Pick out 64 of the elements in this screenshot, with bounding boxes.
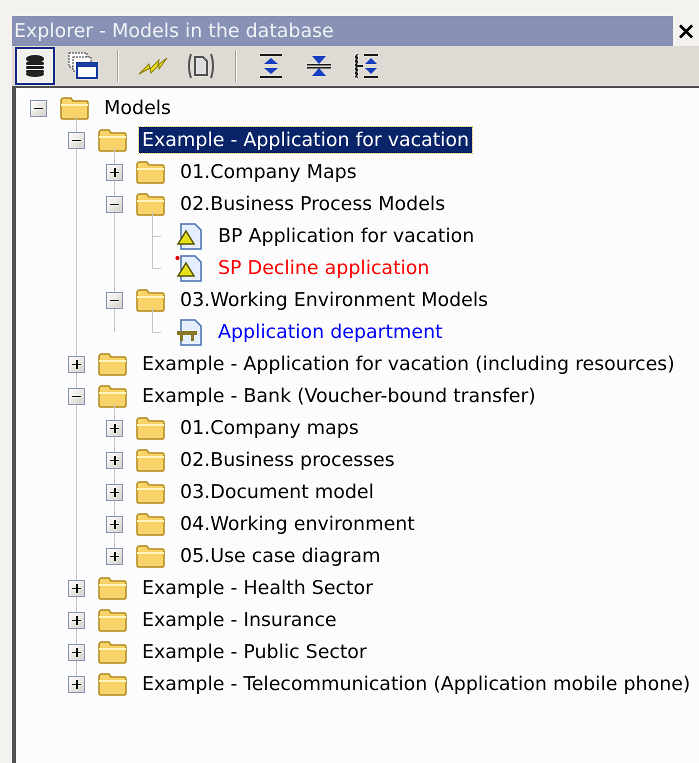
folder-icon — [97, 384, 128, 408]
document-icon — [186, 52, 216, 80]
expand-toggle[interactable] — [106, 484, 123, 500]
expand-toggle[interactable] — [106, 516, 123, 532]
database-icon — [24, 54, 46, 78]
expand-toggle[interactable] — [68, 676, 85, 692]
tree-item[interactable]: 05.Use case diagram — [177, 543, 384, 569]
folder-icon — [97, 128, 128, 152]
database-button[interactable] — [15, 47, 55, 85]
expand-toggle[interactable] — [68, 644, 85, 660]
tree-item[interactable]: Example - Application for vacation (including resources) — [139, 351, 678, 377]
close-button[interactable]: × — [673, 16, 699, 46]
tree-item[interactable]: Models — [101, 95, 174, 121]
folder-icon — [97, 608, 128, 632]
folder-icon — [135, 512, 166, 536]
folder-icon — [135, 448, 166, 472]
tree-item[interactable]: 04.Working environment — [177, 511, 418, 537]
expand-toggle[interactable] — [68, 612, 85, 628]
collapse-all-icon — [306, 53, 332, 79]
collapse-toggle[interactable] — [106, 196, 123, 212]
tree-item[interactable]: Application department — [215, 319, 446, 345]
expand-toggle[interactable] — [106, 420, 123, 436]
collapse-toggle[interactable] — [106, 292, 123, 308]
expand-toggle[interactable] — [106, 548, 123, 564]
tree-item[interactable]: Example - Application for vacation — [139, 127, 472, 153]
folder-icon — [135, 288, 166, 312]
folder-icon — [97, 672, 128, 696]
tree-item[interactable]: BP Application for vacation — [215, 223, 478, 249]
tree-item[interactable]: Example - Health Sector — [139, 575, 376, 601]
expand-level-icon — [354, 53, 380, 79]
expand-toggle[interactable] — [68, 580, 85, 596]
tree-item[interactable]: 03.Document model — [177, 479, 377, 505]
tree-item[interactable]: 02.Business Process Models — [177, 191, 448, 217]
tree-item[interactable]: 01.Company Maps — [177, 159, 360, 185]
flagged-diagram-icon — [174, 254, 202, 282]
folder-icon — [97, 640, 128, 664]
lightning-icon — [137, 56, 169, 76]
tree-item[interactable]: 02.Business processes — [177, 447, 398, 473]
workplace-diagram-icon — [174, 318, 202, 346]
collapse-toggle[interactable] — [68, 388, 85, 404]
expand-all-icon — [258, 53, 284, 79]
folder-icon — [97, 352, 128, 376]
folder-icon — [135, 480, 166, 504]
tree-item[interactable]: Example - Insurance — [139, 607, 340, 633]
tree-item[interactable]: 03.Working Environment Models — [177, 287, 492, 313]
tree-item[interactable]: SP Decline application — [215, 255, 432, 281]
tree-item[interactable]: 01.Company maps — [177, 415, 362, 441]
collapse-toggle[interactable] — [68, 132, 85, 148]
windows-icon — [68, 52, 98, 80]
expand-toggle[interactable] — [106, 164, 123, 180]
tree-item[interactable]: Example - Bank (Voucher-bound transfer) — [139, 383, 539, 409]
folder-icon — [135, 160, 166, 184]
folder-icon — [135, 416, 166, 440]
folder-icon — [59, 96, 90, 120]
tree-item[interactable]: Example - Public Sector — [139, 639, 370, 665]
collapse-toggle[interactable] — [30, 100, 47, 116]
expand-toggle[interactable] — [106, 452, 123, 468]
folder-icon — [97, 576, 128, 600]
folder-icon — [135, 192, 166, 216]
expand-toggle[interactable] — [68, 356, 85, 372]
diagram-icon — [174, 222, 202, 250]
folder-icon — [135, 544, 166, 568]
window-title: Explorer - Models in the database — [12, 16, 673, 46]
tree-item[interactable]: Example - Telecommunication (Application mobile phone) — [139, 671, 694, 697]
